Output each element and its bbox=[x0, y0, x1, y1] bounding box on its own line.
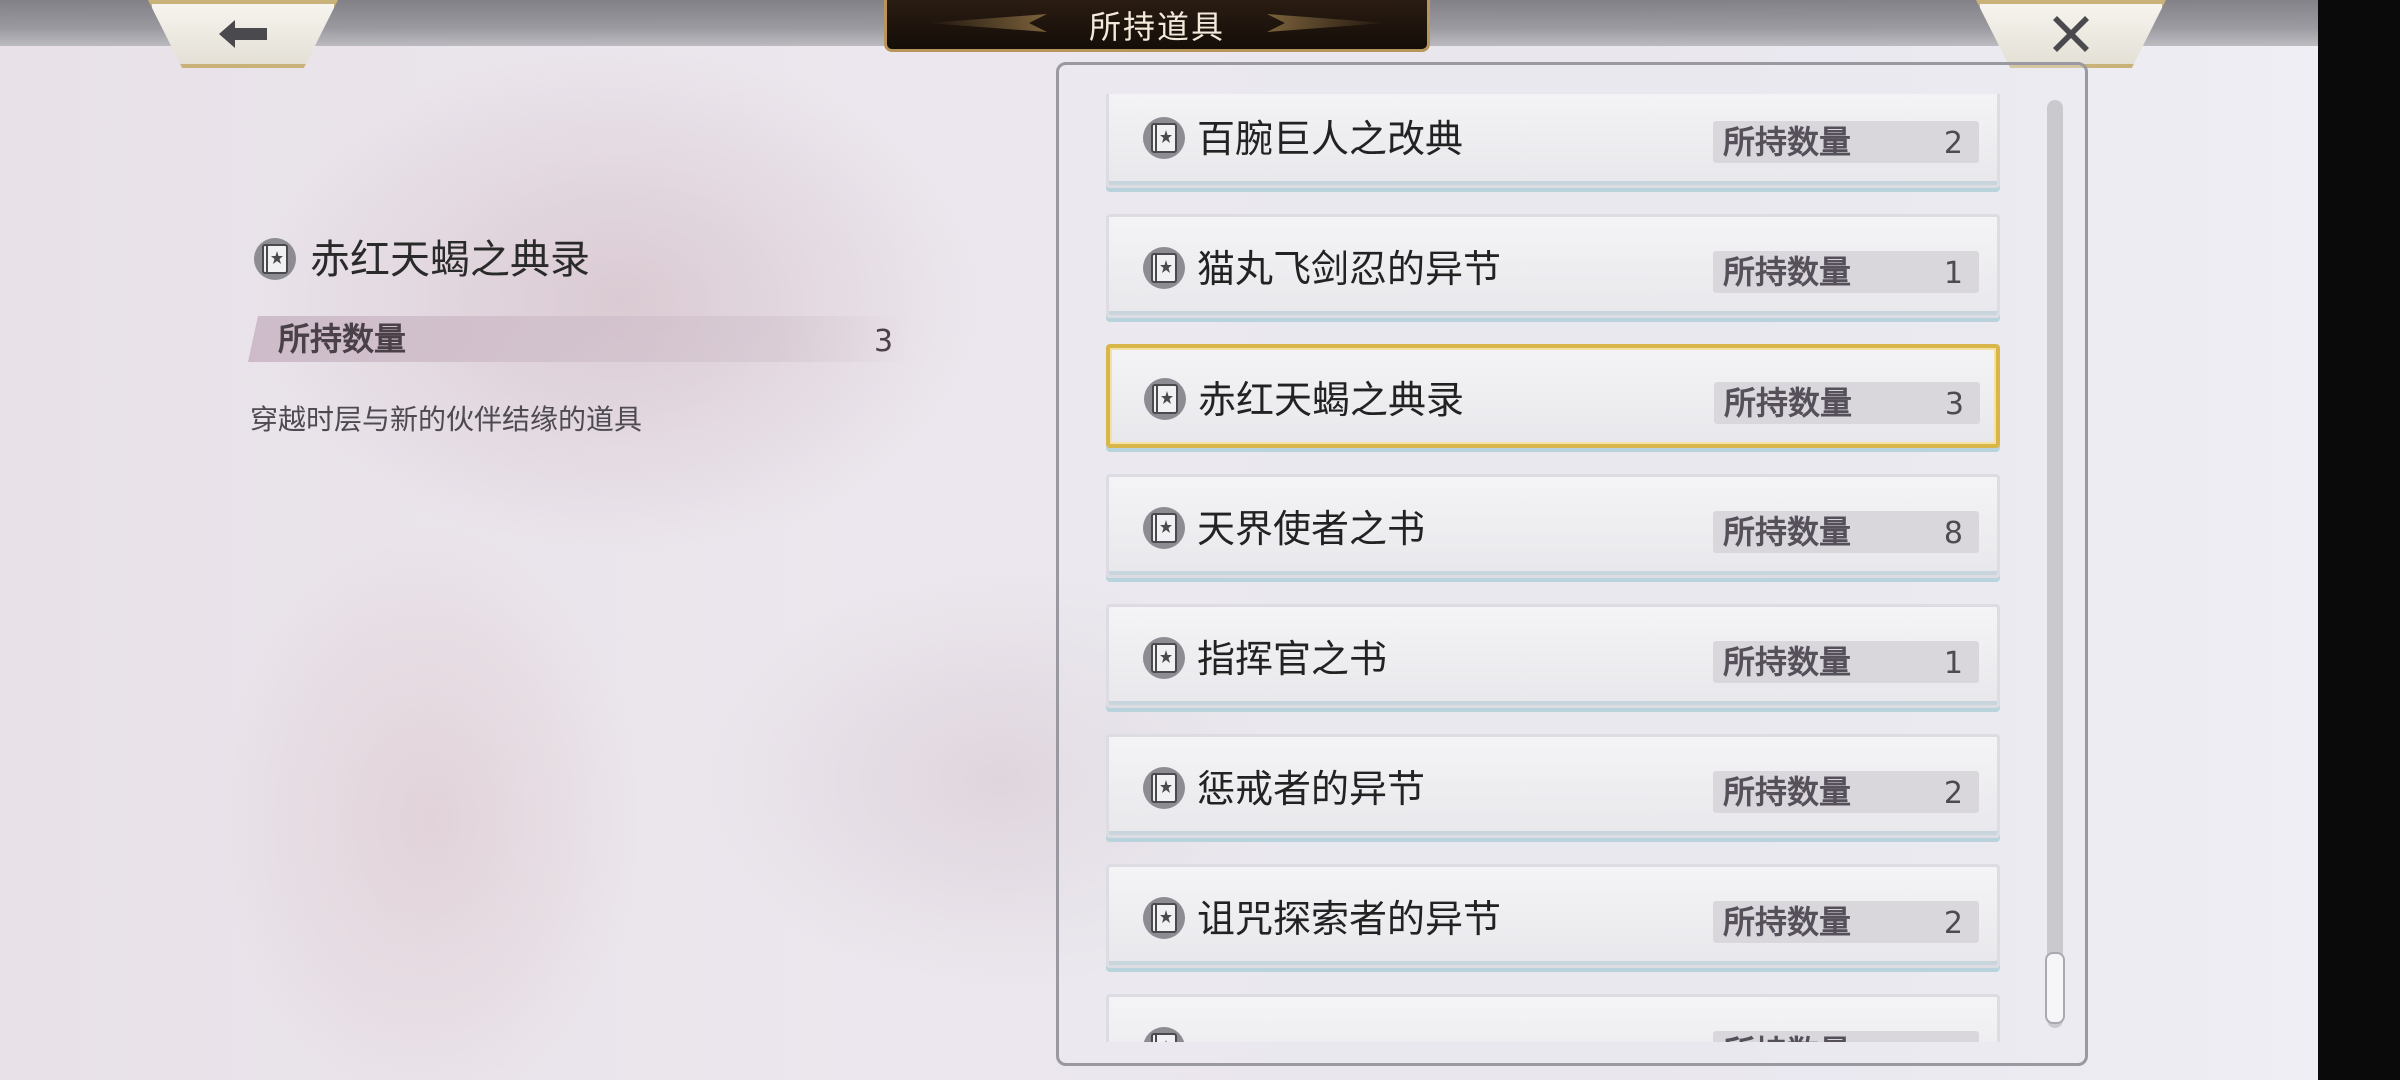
book-icon bbox=[1144, 378, 1186, 420]
item-qty-label: 所持数量 bbox=[1723, 123, 1852, 161]
item-qty-value: 3 bbox=[1944, 387, 1964, 422]
item-qty-label: 所持数量 bbox=[1724, 384, 1853, 422]
title-ornament-right bbox=[1267, 14, 1387, 32]
book-icon bbox=[1143, 637, 1185, 679]
title-plate: 所持道具 bbox=[884, 0, 1430, 52]
list-item[interactable]: 天界使者之书 所持数量 8 bbox=[1106, 474, 2000, 578]
selected-item-name: 赤红天蝎之典录 bbox=[310, 237, 590, 283]
item-qty: 所持数量 8 bbox=[1713, 511, 1979, 553]
item-qty-value: 8 bbox=[1943, 516, 1963, 551]
item-qty: 所持数量 2 bbox=[1713, 901, 1979, 943]
item-qty-value: 2 bbox=[1943, 776, 1963, 811]
list-item[interactable]: 惩戒者的异节 所持数量 2 bbox=[1106, 734, 2000, 838]
item-list[interactable]: 百腕巨人之改典 所持数量 2 猫丸飞剑忍的异节 所持数量 1 赤红天蝎之典录 所持数… bbox=[1104, 94, 2010, 1042]
list-item[interactable]: 指挥官之书 所持数量 1 bbox=[1106, 604, 2000, 708]
item-name: 指挥官之书 bbox=[1197, 637, 1388, 681]
item-qty: 所持数量 3 bbox=[1714, 382, 1980, 424]
item-qty-value: 2 bbox=[1943, 906, 1963, 941]
item-qty: 所持数量 2 bbox=[1713, 771, 1979, 813]
item-qty-value: 2 bbox=[1943, 126, 1963, 161]
close-x-icon bbox=[2053, 16, 2089, 52]
item-qty: 所持数量 bbox=[1713, 1031, 1979, 1042]
item-qty-value: 1 bbox=[1943, 646, 1963, 681]
item-name: 赤红天蝎之典录 bbox=[1198, 378, 1465, 422]
book-icon bbox=[1143, 117, 1185, 159]
item-name: 百腕巨人之改典 bbox=[1197, 117, 1464, 161]
book-icon bbox=[1143, 247, 1185, 289]
scrollbar-track[interactable] bbox=[2047, 100, 2063, 1028]
book-icon bbox=[1143, 767, 1185, 809]
item-qty-label: 所持数量 bbox=[1723, 903, 1852, 941]
selected-item-qty-value: 3 bbox=[874, 324, 894, 359]
item-qty-label: 所持数量 bbox=[1723, 1031, 1851, 1042]
list-item[interactable]: 百腕巨人之改典 所持数量 2 bbox=[1106, 94, 2000, 188]
book-icon bbox=[1143, 1027, 1185, 1042]
book-icon bbox=[254, 238, 296, 280]
item-qty-label: 所持数量 bbox=[1723, 643, 1852, 681]
item-name: 天界使者之书 bbox=[1197, 507, 1426, 551]
item-name: 猫丸飞剑忍的异节 bbox=[1197, 247, 1502, 291]
scrollbar-thumb[interactable] bbox=[2045, 952, 2065, 1024]
item-name: 诅咒探索者的异节 bbox=[1197, 897, 1502, 941]
selected-item-qty-label: 所持数量 bbox=[278, 320, 407, 358]
item-qty: 所持数量 1 bbox=[1713, 641, 1979, 683]
arrow-left-icon bbox=[219, 20, 267, 48]
list-item-selected[interactable]: 赤红天蝎之典录 所持数量 3 bbox=[1106, 344, 2000, 448]
item-qty-value: 1 bbox=[1943, 256, 1963, 291]
item-qty-label: 所持数量 bbox=[1723, 513, 1852, 551]
list-item[interactable]: 猫丸飞剑忍的异节 所持数量 1 bbox=[1106, 214, 2000, 318]
screen-edge bbox=[2318, 0, 2400, 1080]
list-item[interactable]: 所持数量 bbox=[1106, 994, 2000, 1042]
item-qty: 所持数量 2 bbox=[1713, 121, 1979, 163]
item-qty-label: 所持数量 bbox=[1723, 773, 1852, 811]
title-ornament-left bbox=[927, 14, 1047, 32]
page-title: 所持道具 bbox=[1088, 7, 1225, 46]
selected-item-description: 穿越时层与新的伙伴结缘的道具 bbox=[250, 403, 643, 436]
book-icon bbox=[1143, 897, 1185, 939]
item-qty: 所持数量 1 bbox=[1713, 251, 1979, 293]
book-icon bbox=[1143, 507, 1185, 549]
item-name: 惩戒者的异节 bbox=[1197, 767, 1426, 811]
list-item[interactable]: 诅咒探索者的异节 所持数量 2 bbox=[1106, 864, 2000, 968]
item-qty-label: 所持数量 bbox=[1723, 253, 1852, 291]
